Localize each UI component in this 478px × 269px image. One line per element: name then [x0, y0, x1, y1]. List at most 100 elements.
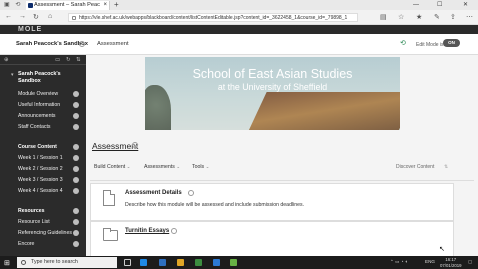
- item-menu-icon[interactable]: [73, 188, 79, 194]
- store-icon[interactable]: [195, 259, 202, 266]
- student-preview-icon[interactable]: ⟲: [400, 40, 409, 47]
- refresh-button[interactable]: ↻: [33, 13, 39, 21]
- item-menu-icon[interactable]: [73, 124, 79, 130]
- sidebar-item-referencing-guidelines[interactable]: Referencing Guidelines: [18, 230, 72, 236]
- item-menu-icon[interactable]: [73, 102, 79, 108]
- url-input[interactable]: https://vle.shef.ac.uk/webapps/blackboar…: [68, 13, 358, 22]
- build-content-label: Build Content: [94, 164, 126, 170]
- sidebar-item-week-3[interactable]: Week 3 / Session 3: [18, 177, 63, 183]
- item-menu-icon[interactable]: [73, 144, 79, 150]
- tools-label: Tools: [192, 164, 205, 170]
- assessments-label: Assessments: [144, 164, 175, 170]
- course-menu-sidebar: ⊕ ▭ ↻ ⇅ ▾ Sarah Peacock's Sandbox Module…: [0, 55, 86, 256]
- home-button[interactable]: ⌂: [48, 13, 52, 20]
- item-menu-icon[interactable]: [73, 230, 79, 236]
- language-indicator[interactable]: ENG: [425, 259, 435, 264]
- course-title[interactable]: Sarah Peacock's Sandbox: [18, 71, 61, 85]
- app-icon[interactable]: [230, 259, 237, 266]
- close-window-button[interactable]: ✕: [463, 0, 468, 10]
- sidebar-item-useful-information[interactable]: Useful Information: [18, 102, 60, 108]
- add-menu-item-icon[interactable]: ⊕: [4, 57, 9, 63]
- tab-actions-icon[interactable]: ▣ ⟲: [4, 1, 22, 8]
- discover-content-button[interactable]: Discover Content: [396, 164, 434, 170]
- tools-menu[interactable]: Tools ⌄: [192, 164, 209, 170]
- refresh-menu-icon[interactable]: ↻: [66, 57, 71, 63]
- sidebar-item-week-4[interactable]: Week 4 / Session 4: [18, 188, 63, 194]
- item-menu-icon[interactable]: [73, 208, 79, 214]
- content-area: School of East Asian Studies at the Univ…: [86, 55, 478, 256]
- item-menu-icon[interactable]: [73, 91, 79, 97]
- tab-title: Assessment – Sarah Peac: [34, 2, 100, 8]
- breadcrumb: Sarah Peacock's Sandbox Assessment ⟲ Edi…: [0, 34, 478, 55]
- item-menu-icon[interactable]: [73, 177, 79, 183]
- item-options-icon[interactable]: [171, 228, 177, 234]
- minimize-button[interactable]: —: [413, 0, 419, 10]
- favorites-star-icon[interactable]: ☆: [398, 13, 404, 21]
- mouse-cursor-icon: ↖: [439, 246, 445, 253]
- taskbar-search-input[interactable]: Type here to search: [17, 257, 117, 268]
- search-icon: [21, 260, 26, 265]
- sidebar-heading-resources: Resources: [18, 208, 45, 214]
- display-options-icon[interactable]: ⇅: [76, 57, 81, 63]
- windows-taskbar: ⊞ Type here to search ⌃ ▭ ◔ ◖ ENG 16:17 …: [0, 256, 478, 269]
- browser-tab[interactable]: Assessment – Sarah Peac ×: [26, 1, 110, 10]
- maximize-button[interactable]: ☐: [437, 0, 442, 10]
- file-explorer-icon[interactable]: [177, 259, 184, 266]
- item-options-icon[interactable]: [188, 190, 194, 196]
- sidebar-item-encore[interactable]: Encore: [18, 241, 34, 247]
- favorites-hub-icon[interactable]: ★: [416, 13, 422, 21]
- content-item-title[interactable]: Assessment Details: [125, 190, 182, 196]
- notifications-icon[interactable]: ▢: [468, 259, 472, 265]
- back-button[interactable]: ←: [5, 13, 12, 20]
- clock[interactable]: 16:17 07/01/2019: [440, 257, 462, 268]
- banner-roof-shape: [243, 92, 400, 130]
- content-item-turnitin-essays: Turnitin Essays: [90, 221, 454, 256]
- edge-browser-icon[interactable]: [140, 259, 147, 266]
- item-menu-icon[interactable]: [73, 219, 79, 225]
- chevron-down-icon: ⌄: [176, 164, 181, 169]
- blackboard-favicon-icon: [28, 3, 33, 8]
- sidebar-item-week-2[interactable]: Week 2 / Session 2: [18, 166, 63, 172]
- sidebar-item-module-overview[interactable]: Module Overview: [18, 91, 58, 97]
- sidebar-item-resource-list[interactable]: Resource List: [18, 219, 50, 225]
- lock-icon: [72, 16, 76, 20]
- folder-icon: [103, 228, 118, 241]
- folder-view-icon[interactable]: ▭: [55, 57, 60, 63]
- course-banner: School of East Asian Studies at the Univ…: [145, 57, 400, 130]
- share-icon[interactable]: ⇪: [450, 13, 456, 21]
- task-view-icon[interactable]: [124, 259, 131, 266]
- edit-mode-label: Edit Mode is:: [416, 42, 445, 48]
- edit-mode-toggle[interactable]: ON: [443, 39, 460, 47]
- content-item-assessment-details: Assessment Details Describe how this mod…: [90, 183, 454, 221]
- edge-browser-active-icon[interactable]: [159, 259, 166, 266]
- item-menu-icon[interactable]: [73, 113, 79, 119]
- new-tab-button[interactable]: +: [114, 0, 119, 10]
- system-tray-icons[interactable]: ⌃ ▭ ◔ ◖: [390, 259, 408, 265]
- build-content-menu[interactable]: Build Content ⌄: [94, 164, 130, 170]
- sidebar-item-staff-contacts[interactable]: Staff Contacts: [18, 124, 51, 130]
- reorder-icon[interactable]: ⇅: [444, 164, 448, 170]
- assessments-menu[interactable]: Assessments ⌄: [144, 164, 180, 170]
- mail-icon[interactable]: [213, 259, 220, 266]
- notes-icon[interactable]: ✎: [434, 13, 440, 21]
- forward-button[interactable]: →: [19, 13, 26, 20]
- course-menu-icon[interactable]: [79, 41, 85, 47]
- close-tab-icon[interactable]: ×: [103, 1, 107, 10]
- windows-start-icon[interactable]: ⊞: [4, 259, 10, 267]
- breadcrumb-current-page: Assessment: [97, 41, 129, 47]
- item-menu-icon[interactable]: [73, 241, 79, 247]
- reading-view-icon[interactable]: ▤: [380, 13, 387, 21]
- sidebar-item-announcements[interactable]: Announcements: [18, 113, 56, 119]
- collapse-chevron-icon[interactable]: ▾: [11, 72, 14, 78]
- content-item-title[interactable]: Turnitin Essays: [125, 228, 169, 234]
- sidebar-item-week-1[interactable]: Week 1 / Session 1: [18, 155, 63, 161]
- item-menu-icon[interactable]: [73, 166, 79, 172]
- page-options-icon[interactable]: [132, 142, 138, 148]
- breadcrumb-course-link[interactable]: Sarah Peacock's Sandbox: [16, 41, 88, 47]
- item-menu-icon[interactable]: [73, 155, 79, 161]
- clock-date: 07/01/2019: [440, 262, 462, 268]
- more-menu-icon[interactable]: ⋯: [466, 13, 473, 21]
- browser-tab-bar: ▣ ⟲ Assessment – Sarah Peac × + — ☐ ✕: [0, 0, 478, 10]
- course-title-line1: Sarah Peacock's: [18, 71, 61, 77]
- chevron-down-icon: ⌄: [205, 164, 210, 169]
